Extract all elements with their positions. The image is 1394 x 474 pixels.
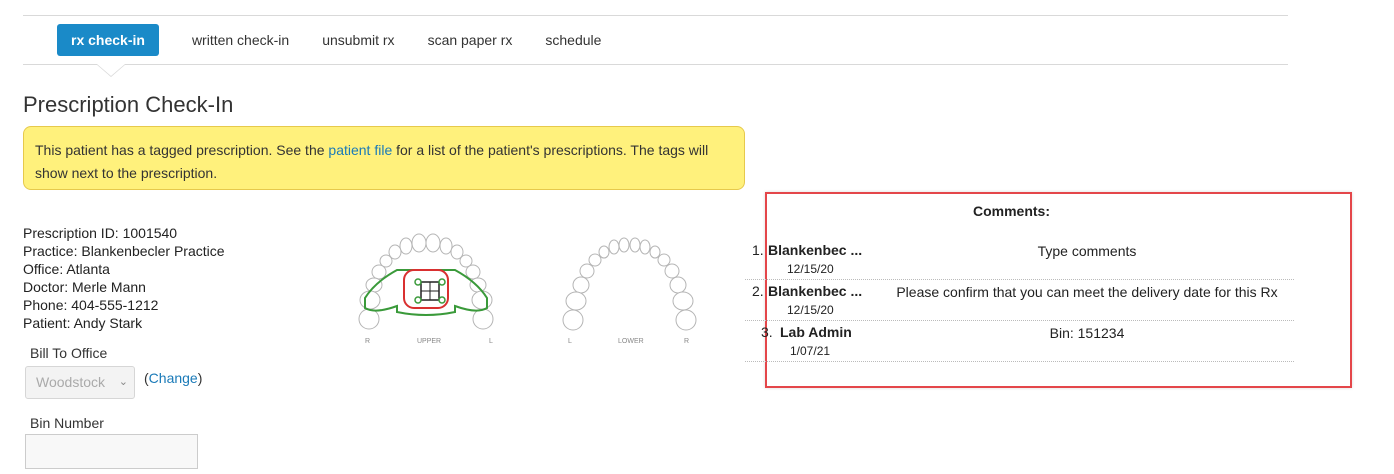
doctor-name: Doctor: Merle Mann — [23, 279, 146, 295]
comment-author: Blankenbec ... — [768, 283, 863, 299]
comment-date: 12/15/20 — [787, 262, 834, 276]
lower-arch-label: LOWER — [618, 338, 644, 345]
comment-text: Bin: 151234 — [1049, 325, 1125, 341]
bin-number-label: Bin Number — [30, 415, 104, 431]
bin-number-input[interactable] — [25, 434, 198, 469]
comment-number: 3. — [761, 324, 773, 340]
tagged-prescription-alert: This patient has a tagged prescription. … — [23, 126, 745, 190]
patient-name: Patient: Andy Stark — [23, 315, 143, 331]
comment-author: Blankenbec ... — [768, 242, 863, 258]
tab-written-check-in[interactable]: written check-in — [192, 24, 289, 56]
prescription-info: Prescription ID: 1001540 Practice: Blank… — [23, 224, 225, 332]
tab-rx-check-in[interactable]: rx check-in — [57, 24, 159, 56]
page-title: Prescription Check-In — [23, 92, 234, 117]
practice-name: Practice: Blankenbecler Practice — [23, 243, 225, 259]
comments-title: Comments: — [973, 203, 1051, 219]
comment-date: 12/15/20 — [787, 303, 834, 317]
comment-text: Type comments — [1037, 243, 1137, 259]
comment-row: 1. Blankenbec ... 12/15/20 Type comments — [745, 236, 1294, 280]
active-tab-pointer-fill — [97, 64, 125, 76]
comment-date: 1/07/21 — [790, 344, 831, 358]
lower-teeth — [562, 237, 697, 331]
bill-to-office-label: Bill To Office — [30, 345, 108, 361]
comment-row: 3. Lab Admin 1/07/21 Bin: 151234 — [745, 320, 1294, 362]
change-office: (Change) — [144, 370, 202, 386]
tab-unsubmit-rx[interactable]: unsubmit rx — [322, 24, 394, 56]
comment-number: 1. — [752, 242, 764, 258]
comment-text: Please confirm that you can meet the del… — [896, 284, 1278, 300]
upper-arch-diagram[interactable]: R UPPER L — [355, 232, 505, 348]
lower-right-label: R — [684, 338, 689, 345]
top-divider — [23, 15, 1288, 16]
bill-to-office-value: Woodstock — [36, 374, 105, 390]
phone-number: Phone: 404-555-1212 — [23, 297, 159, 313]
patient-file-link[interactable]: patient file — [328, 142, 392, 158]
lower-left-label: L — [568, 338, 572, 345]
lower-arch-diagram[interactable]: L LOWER R — [558, 235, 703, 348]
upper-right-label: R — [365, 338, 370, 345]
upper-left-label: L — [489, 338, 493, 345]
tab-bar-divider — [23, 64, 1288, 65]
upper-arch-label: UPPER — [417, 338, 441, 345]
office-name: Office: Atlanta — [23, 261, 110, 277]
comment-author: Lab Admin — [780, 324, 852, 340]
bill-to-office-select[interactable]: Woodstock ⌄ — [25, 366, 135, 399]
prescription-id: Prescription ID: 1001540 — [23, 225, 178, 241]
chevron-down-icon: ⌄ — [118, 376, 128, 388]
change-office-link[interactable]: Change — [149, 370, 198, 386]
tab-scan-paper-rx[interactable]: scan paper rx — [428, 24, 513, 56]
comment-row: 2. Blankenbec ... 12/15/20 Please confir… — [745, 279, 1294, 321]
tab-schedule[interactable]: schedule — [545, 24, 601, 56]
tab-bar: rx check-in written check-in unsubmit rx… — [57, 24, 634, 56]
change-close-paren: ) — [197, 370, 203, 386]
comment-number: 2. — [752, 283, 764, 299]
alert-text-before: This patient has a tagged prescription. … — [35, 142, 329, 158]
